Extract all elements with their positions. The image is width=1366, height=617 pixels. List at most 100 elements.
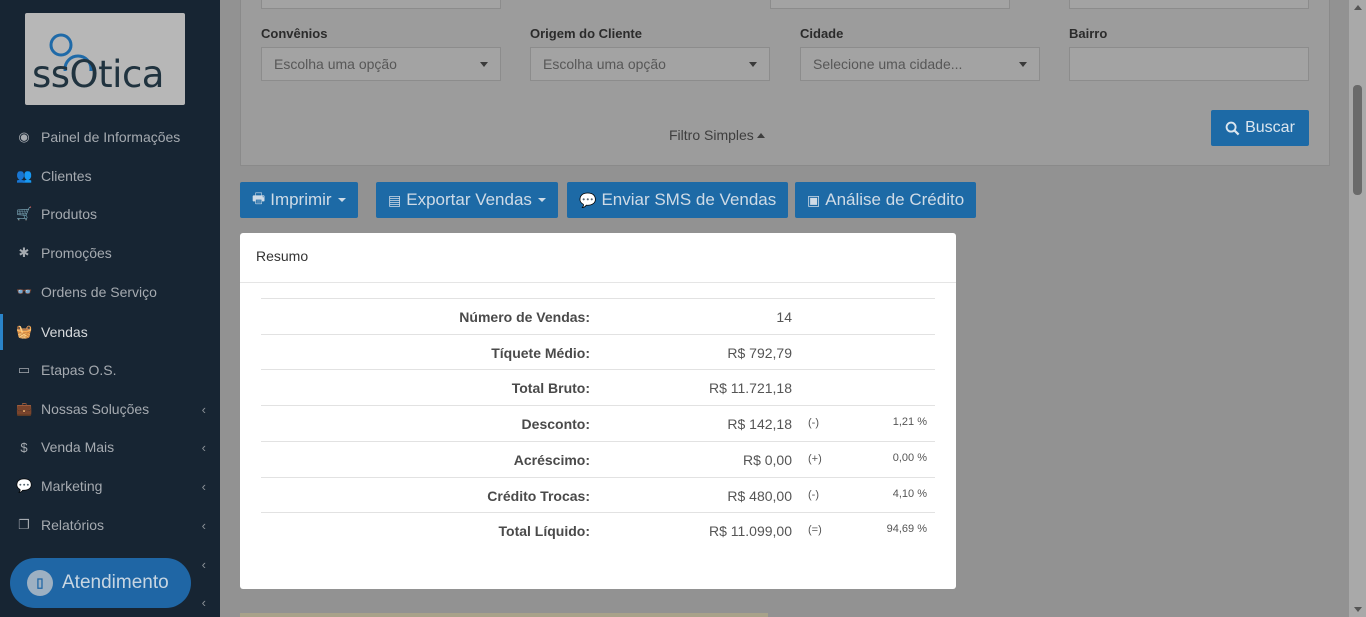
caret-down-icon [337,198,346,202]
sidebar-item-4[interactable]: 👓 Ordens de Serviço [0,274,220,310]
sidebar-item-9[interactable]: 💬 Marketing ‹ [0,468,220,504]
resumo-row-sign: (=) [808,524,822,537]
resumo-row-label: Acréscimo: [513,451,590,468]
logo[interactable]: ssOtica [25,13,185,105]
caret-down-icon [749,62,757,67]
sidebar-item-label: Relatórios [41,517,105,533]
cart-icon: 🛒 [16,206,33,221]
sidebar-item-2[interactable]: 🛒 Produtos [0,196,220,232]
asterisk-icon: ✱ [18,245,30,260]
bairro-label: Bairro [1069,26,1108,41]
filtro-simples-label: Filtro Simples [669,127,754,143]
sidebar-item-label: Clientes [41,168,92,184]
sidebar-item-label: Painel de Informações [41,129,181,145]
convenios-select[interactable]: Escolha uma opção [261,47,501,81]
resumo-row-value: 14 [776,309,792,325]
imprimir-label: Imprimir [270,190,332,209]
scroll-up-icon[interactable] [1354,5,1362,10]
resumo-row-sign: (+) [808,452,822,465]
sidebar-item-10[interactable]: ❐ Relatórios ‹ [0,507,220,543]
caret-up-icon [756,133,765,138]
origem-value: Escolha uma opção [543,56,666,72]
sidebar-item-5[interactable]: 🧺 Vendas [0,314,220,350]
copy-icon: ❐ [18,517,30,532]
resumo-row: Total Líquido: R$ 11.099,00 (=) 94,69 % [261,512,935,548]
sidebar-item-0[interactable]: ◉ Painel de Informações [0,119,220,155]
chevron-left-icon: ‹ [201,439,206,455]
sidebar-item-1[interactable]: 👥 Clientes [0,158,220,194]
chevron-left-icon: ‹ [201,556,206,572]
scroll-down-icon[interactable] [1354,607,1362,612]
atendimento-button[interactable]: ▯ Atendimento [10,558,191,608]
sidebar-item-label: Ordens de Serviço [41,284,157,300]
top-field-2[interactable] [770,0,1010,9]
resumo-row-sign: (-) [808,488,819,501]
sidebar-item-8[interactable]: $ Venda Mais ‹ [0,429,220,465]
analise-credito-button[interactable]: ▣ Análise de Crédito [795,182,977,218]
print-icon: 🖶 [252,190,266,206]
caret-down-icon [537,198,546,202]
top-field-3[interactable] [1069,0,1309,9]
chat-icon: ▯ [27,570,53,596]
enviar-sms-button[interactable]: 💬 Enviar SMS de Vendas [567,182,789,218]
logo-text: ssOtica [32,53,164,96]
id-card-icon: ▣ [807,191,821,208]
resumo-row: Desconto: R$ 142,18 (-) 1,21 % [261,405,935,441]
resumo-row-value: R$ 142,18 [727,416,792,433]
chevron-left-icon: ‹ [201,594,206,610]
sidebar-item-6[interactable]: ▭ Etapas O.S. [0,352,220,388]
caret-down-icon [1019,62,1027,67]
next-panel-edge [240,613,768,617]
resumo-row-sign: (-) [808,417,819,430]
bairro-input[interactable] [1069,47,1309,81]
resumo-row-value: R$ 0,00 [742,451,792,468]
chevron-left-icon: ‹ [201,478,206,494]
resumo-row-label: Desconto: [521,416,590,433]
exportar-vendas-button[interactable]: ▤ Exportar Vendas [376,182,558,218]
sms-label: Enviar SMS de Vendas [601,190,777,209]
sidebar: ssOtica ◉ Painel de Informações 👥 Clientes 🛒… [0,0,220,617]
search-icon [1225,121,1240,135]
origem-label: Origem do Cliente [530,26,642,41]
ticket-icon: ▭ [17,362,31,377]
basket-icon: 🧺 [16,324,33,339]
cidade-select[interactable]: Selecione uma cidade... [800,47,1040,81]
sidebar-item-label: Nossas Soluções [41,401,150,417]
top-field-1[interactable] [261,0,501,9]
chevron-left-icon: ‹ [201,401,206,417]
resumo-row: Crédito Trocas: R$ 480,00 (-) 4,10 % [261,476,935,513]
resumo-row-value: R$ 11.721,18 [708,380,792,397]
resumo-row-label: Crédito Trocas: [487,487,590,504]
comments-icon: 💬 [579,191,597,208]
cidade-label: Cidade [800,26,844,41]
origem-select[interactable]: Escolha uma opção [530,47,770,81]
sidebar-item-label: Etapas O.S. [41,362,117,378]
resumo-row-percent: 1,21 % [892,416,927,429]
sidebar-item-7[interactable]: 💼 Nossas Soluções ‹ [0,391,220,427]
dashboard-icon: ◉ [18,129,30,144]
filter-panel: Convênios Escolha uma opção Origem do Cl… [240,0,1330,166]
scrollbar-thumb[interactable] [1353,85,1362,195]
resumo-row-label: Número de Vendas: [459,309,590,325]
resumo-row-percent: 4,10 % [892,487,927,500]
buscar-button[interactable]: Buscar [1211,110,1309,146]
imprimir-button[interactable]: 🖶 Imprimir [240,182,358,218]
sidebar-item-3[interactable]: ✱ Promoções [0,235,220,271]
excel-file-icon: ▤ [388,191,402,208]
resumo-row: Número de Vendas: 14 [261,298,935,334]
chevron-left-icon: ‹ [201,517,206,533]
sidebar-item-label: Vendas [41,324,88,340]
sidebar-item-label: Marketing [41,478,103,494]
comments-icon: 💬 [16,478,33,493]
resumo-row-label: Total Líquido: [498,523,591,540]
convenios-value: Escolha uma opção [274,56,397,72]
filtro-simples-toggle[interactable]: Filtro Simples [669,127,765,143]
scrollbar[interactable] [1349,0,1366,617]
dollar-icon: $ [20,439,28,455]
resumo-row-value: R$ 11.099,00 [708,523,792,540]
cidade-value: Selecione uma cidade... [813,56,963,72]
resumo-card: Resumo Número de Vendas: 14 Tíquete Médio:… [240,233,956,589]
caret-down-icon [480,62,488,67]
resumo-row: Tíquete Médio: R$ 792,79 [261,333,935,370]
analise-label: Análise de Crédito [825,190,965,209]
